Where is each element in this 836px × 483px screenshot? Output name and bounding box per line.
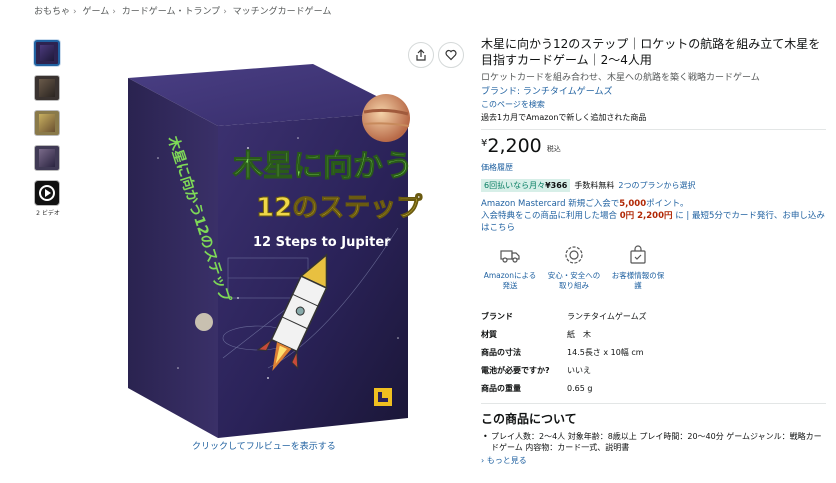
- thumbnail-strip: 2 ビデオ: [34, 40, 62, 217]
- feature-amazon-shipping[interactable]: Amazonによる発送: [481, 244, 539, 291]
- game-box-image: 木星に向かう 12のステップ 12 Steps to Jupiter 木星に向か…: [128, 64, 424, 438]
- price-history-link[interactable]: 価格履歴: [481, 162, 826, 173]
- price-amount: 2,200: [487, 135, 542, 157]
- spec-row: 商品の重量 0.65 g: [481, 383, 593, 393]
- breadcrumb-item-toys[interactable]: おもちゃ: [34, 7, 70, 17]
- spec-row: 電池が必要ですか? いいえ: [481, 365, 591, 375]
- thumbnail-1[interactable]: [34, 40, 60, 66]
- box-title-line2: 12のステップ: [256, 193, 423, 223]
- about-bullet: プレイ人数：2～4人 対象年齢：8歳以上 プレイ時間：20～40分 ゲームジャン…: [481, 431, 826, 453]
- box-english-title: 12 Steps to Jupiter: [253, 235, 391, 250]
- spec-row: 材質紙 木: [481, 329, 591, 339]
- new-product-note: 過去1カ月でAmazonで新しく追加された商品: [481, 113, 647, 122]
- spec-row: ブランド ランチタイムゲームズ: [481, 311, 647, 321]
- spec-row: 商品の寸法 14.5長さ x 10幅 cm: [481, 347, 644, 357]
- video-thumbnail[interactable]: [34, 180, 60, 206]
- share-button[interactable]: [408, 42, 434, 68]
- box-title-line1: 木星に向かう: [232, 149, 413, 184]
- fullview-link[interactable]: クリックしてフルビューを表示する: [192, 439, 336, 452]
- shopping-bag-icon: [630, 245, 646, 264]
- installment-fee: 手数料無料: [574, 181, 615, 190]
- product-title: 木星に向かう12のステップ｜ロケットの航路を組み立て木星を目指すカードゲーム｜2…: [481, 37, 821, 67]
- feature-safety[interactable]: 安心・安全への取り組み: [545, 244, 603, 291]
- card-promo[interactable]: Amazon Mastercard 新規ご入会で5,000ポイント。 入会特典を…: [481, 198, 826, 234]
- breadcrumb: おもちゃ › ゲーム › カードゲーム・トランプ › マッチングカードゲーム: [34, 4, 331, 17]
- thumbnail-3[interactable]: [34, 110, 60, 136]
- publisher-logo: [374, 388, 392, 406]
- divider: [481, 403, 826, 404]
- shield-badge-icon: [565, 246, 583, 264]
- breadcrumb-item-card-games[interactable]: カードゲーム・トランプ: [122, 7, 220, 17]
- price: ¥ 2,200 税込: [481, 136, 826, 158]
- search-page-link[interactable]: このページを検索: [481, 99, 826, 110]
- breadcrumb-separator: ›: [112, 7, 116, 17]
- installment-amount: ¥366: [545, 181, 568, 190]
- about-bullets: プレイ人数：2～4人 対象年齢：8歳以上 プレイ時間：20～40分 ゲームジャン…: [481, 431, 826, 453]
- share-icon: [416, 49, 426, 61]
- breadcrumb-separator: ›: [73, 7, 77, 17]
- thumbnail-4[interactable]: [34, 145, 60, 171]
- wishlist-button[interactable]: [438, 42, 464, 68]
- play-icon: [39, 185, 55, 201]
- features-row: Amazonによる発送 安心・安全への取り組み お客様情報の保護: [481, 244, 826, 291]
- divider: [481, 129, 826, 130]
- breadcrumb-item-games[interactable]: ゲーム: [83, 7, 110, 17]
- product-subtitle: ロケットカードを組み合わせ、木星への航路を築く戦略カードゲーム: [481, 73, 760, 83]
- main-product-image[interactable]: 木星に向かう 12のステップ 12 Steps to Jupiter 木星に向か…: [68, 38, 468, 440]
- heart-icon: [445, 49, 457, 61]
- price-tax-label: 税込: [546, 145, 561, 153]
- product-info: 木星に向かう12のステップ｜ロケットの航路を組み立て木星を目指すカードゲーム｜2…: [481, 36, 826, 466]
- video-count-label: 2 ビデオ: [36, 210, 60, 217]
- installment-highlight: 6回払いなら月々¥366: [481, 179, 571, 192]
- brand-link[interactable]: ブランド: ランチタイムゲームズ: [481, 84, 826, 97]
- breadcrumb-separator: ›: [223, 7, 227, 17]
- see-more-link[interactable]: › もっと見る: [481, 455, 826, 466]
- breadcrumb-item-matching[interactable]: マッチングカードゲーム: [233, 7, 332, 17]
- about-heading: この商品について: [481, 412, 577, 426]
- installment-info: 6回払いなら月々¥366 手数料無料 2つのプランから選択: [481, 179, 826, 192]
- feature-privacy[interactable]: お客様情報の保護: [609, 244, 667, 291]
- about-section: この商品について プレイ人数：2～4人 対象年齢：8歳以上 プレイ時間：20～4…: [481, 410, 826, 466]
- spec-table: ブランド ランチタイムゲームズ 材質紙 木 商品の寸法 14.5長さ x 10幅 c…: [481, 307, 826, 397]
- installment-plans-link[interactable]: 2つのプランから選択: [618, 180, 695, 191]
- thumbnail-2[interactable]: [34, 75, 60, 101]
- truck-icon: [500, 250, 520, 263]
